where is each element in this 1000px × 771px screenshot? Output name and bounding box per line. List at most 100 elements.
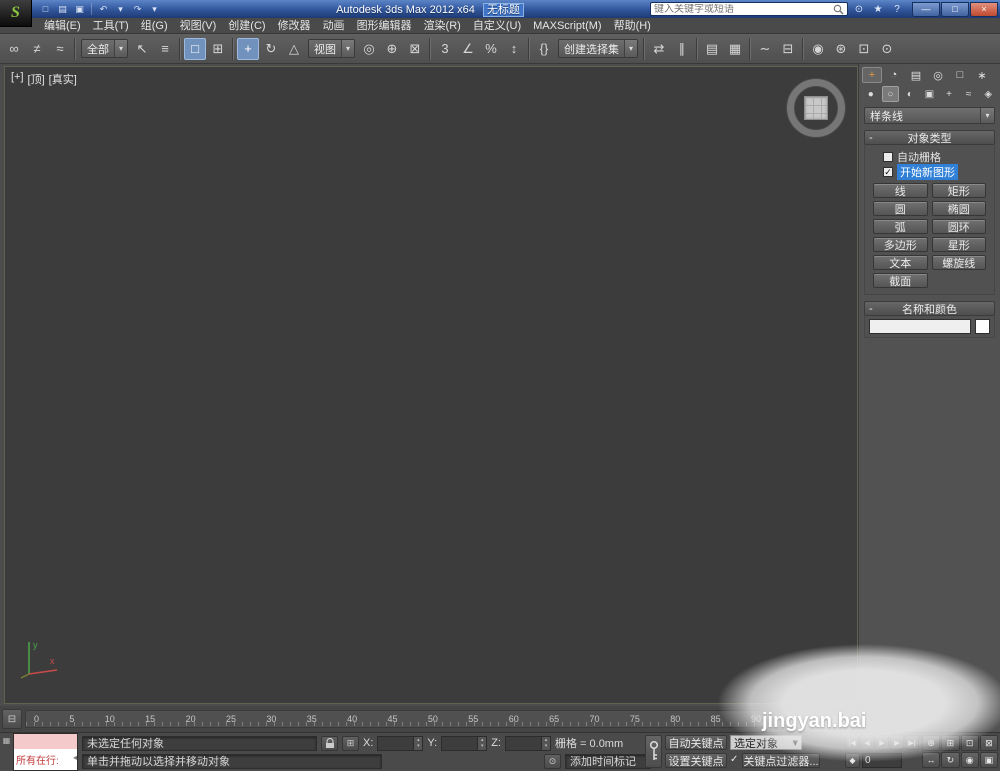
curve-editor-icon[interactable]: ∼: [754, 38, 776, 60]
mirror-icon[interactable]: ⇄: [648, 38, 670, 60]
cat-geometry[interactable]: ●: [862, 86, 880, 102]
bind-to-space-warp-icon[interactable]: ≈: [49, 38, 71, 60]
maxscript-mini-listener[interactable]: 所有在行: ◂: [13, 733, 78, 771]
menu-rendering[interactable]: 渲染(R): [418, 18, 467, 34]
search-icon[interactable]: [833, 4, 844, 15]
menu-customize[interactable]: 自定义(U): [467, 18, 527, 34]
z-coordinate-field[interactable]: [506, 737, 541, 750]
orbit-icon[interactable]: ↻: [941, 752, 959, 768]
tab-display[interactable]: □: [950, 67, 970, 83]
spinner-down-icon[interactable]: ▾: [542, 743, 550, 749]
maximize-button[interactable]: □: [941, 2, 969, 17]
layer-manager-icon[interactable]: ▤: [701, 38, 723, 60]
viewcube[interactable]: [787, 79, 845, 137]
dropdown-arrow-icon[interactable]: ▾: [792, 736, 798, 749]
angle-snap-icon[interactable]: ∠: [457, 38, 479, 60]
previous-frame-button[interactable]: ◀: [860, 735, 874, 750]
schematic-view-icon[interactable]: ⊟: [777, 38, 799, 60]
search-input[interactable]: [654, 4, 833, 15]
undo-icon[interactable]: ↶: [96, 2, 111, 16]
selection-filter-dropdown[interactable]: 全部 ▾: [81, 39, 128, 58]
render-production-icon[interactable]: ⊙: [876, 38, 898, 60]
tab-utilities[interactable]: ∗: [972, 67, 992, 83]
zoom-region-icon[interactable]: ⊠: [980, 735, 998, 751]
spinner-down-icon[interactable]: ▾: [414, 743, 422, 749]
open-file-icon[interactable]: ▤: [55, 2, 70, 16]
cat-lights[interactable]: ◐: [901, 86, 919, 102]
select-object-icon[interactable]: ↖: [131, 38, 153, 60]
autogrid-checkbox[interactable]: [883, 152, 893, 162]
section-button[interactable]: 截面: [873, 273, 928, 288]
spinner-down-icon[interactable]: ▾: [478, 743, 486, 749]
go-to-start-button[interactable]: |◀: [845, 735, 859, 750]
macro-recorder-line[interactable]: [14, 734, 77, 749]
keyboard-shortcut-override-icon[interactable]: ⊠: [404, 38, 426, 60]
select-and-link-icon[interactable]: ∞: [3, 38, 25, 60]
cat-cameras[interactable]: ▣: [921, 86, 939, 102]
window-crossing-icon[interactable]: ⊞: [207, 38, 229, 60]
unlink-selection-icon[interactable]: ≠: [26, 38, 48, 60]
play-button[interactable]: ▶: [875, 735, 889, 750]
next-frame-button[interactable]: ▶: [890, 735, 904, 750]
save-file-icon[interactable]: ▣: [72, 2, 87, 16]
menu-help[interactable]: 帮助(H): [608, 18, 657, 34]
viewport-menu-label[interactable]: [+]: [11, 71, 24, 87]
tab-motion[interactable]: ◎: [928, 67, 948, 83]
select-by-name-icon[interactable]: ≡: [154, 38, 176, 60]
current-frame-field[interactable]: [863, 754, 901, 767]
use-pivot-center-icon[interactable]: ◎: [358, 38, 380, 60]
viewport-top[interactable]: [+] [顶] [真实] y x: [4, 66, 858, 704]
menu-maxscript[interactable]: MAXScript(M): [527, 18, 607, 34]
select-and-rotate-icon[interactable]: ↻: [260, 38, 282, 60]
snaps-toggle-icon[interactable]: 3: [434, 38, 456, 60]
spinner-icon[interactable]: ▴ ▾: [541, 737, 550, 750]
menu-tools[interactable]: 工具(T): [87, 18, 135, 34]
shape-category-dropdown[interactable]: 样条线 ▾: [864, 107, 995, 124]
field-of-view-icon[interactable]: ◉: [961, 752, 979, 768]
dropdown-arrow-icon[interactable]: ▾: [114, 40, 127, 57]
name-color-rollout-header[interactable]: - 名称和颜色: [864, 301, 995, 316]
object-name-field[interactable]: [869, 319, 971, 334]
zoom-extents-icon[interactable]: ⊡: [961, 735, 979, 751]
helix-button[interactable]: 螺旋线: [932, 255, 987, 270]
align-icon[interactable]: ∥: [671, 38, 693, 60]
start-new-shape-checkbox[interactable]: ✓: [883, 167, 893, 177]
arc-button[interactable]: 弧: [873, 219, 928, 234]
viewcube-top-face[interactable]: [804, 96, 828, 120]
rendered-frame-window-icon[interactable]: ⊡: [853, 38, 875, 60]
selection-lock-icon[interactable]: [321, 736, 338, 751]
autogrid-label[interactable]: 自动栅格: [897, 149, 941, 165]
add-time-tag[interactable]: 添加时间标记: [565, 754, 651, 769]
rectangle-button[interactable]: 矩形: [932, 183, 987, 198]
tab-hierarchy[interactable]: ▤: [906, 67, 926, 83]
selected-filter-dropdown[interactable]: 选定对象 ▾: [730, 735, 802, 750]
reference-coordinate-dropdown[interactable]: 视图 ▾: [308, 39, 355, 58]
mini-curve-editor-button[interactable]: ⊟: [2, 709, 22, 729]
text-button[interactable]: 文本: [873, 255, 928, 270]
time-ruler[interactable]: 0 5 10 15 20 25 30 35 40 45 50 55 60 65 …: [25, 710, 856, 728]
rectangular-selection-region-icon[interactable]: □: [184, 38, 206, 60]
graphite-ribbon-icon[interactable]: ▦: [724, 38, 746, 60]
circle-button[interactable]: 圆: [873, 201, 928, 216]
favorites-icon[interactable]: ★: [870, 2, 886, 16]
render-setup-icon[interactable]: ⊛: [830, 38, 852, 60]
viewport-shading-label[interactable]: [真实]: [49, 71, 77, 87]
menu-edit[interactable]: 编辑(E): [38, 18, 87, 34]
cat-shapes[interactable]: ○: [882, 86, 900, 102]
dropdown-arrow-icon[interactable]: ▾: [980, 108, 994, 123]
minimize-button[interactable]: —: [912, 2, 940, 17]
cat-systems[interactable]: ◈: [979, 86, 997, 102]
cat-space-warps[interactable]: ≈: [960, 86, 978, 102]
zoom-all-icon[interactable]: ⊞: [941, 735, 959, 751]
select-and-move-icon[interactable]: +: [237, 38, 259, 60]
new-scene-icon[interactable]: □: [38, 2, 53, 16]
line-button[interactable]: 线: [873, 183, 928, 198]
spinner-snap-icon[interactable]: ↕: [503, 38, 525, 60]
cat-helpers[interactable]: +: [940, 86, 958, 102]
absolute-offset-mode-icon[interactable]: ⊞: [342, 736, 359, 751]
star-button[interactable]: 星形: [932, 237, 987, 252]
go-to-end-button[interactable]: ▶|: [905, 735, 919, 750]
select-and-scale-icon[interactable]: △: [283, 38, 305, 60]
redo-dropdown-icon[interactable]: ▾: [147, 2, 162, 16]
menu-group[interactable]: 组(G): [135, 18, 174, 34]
